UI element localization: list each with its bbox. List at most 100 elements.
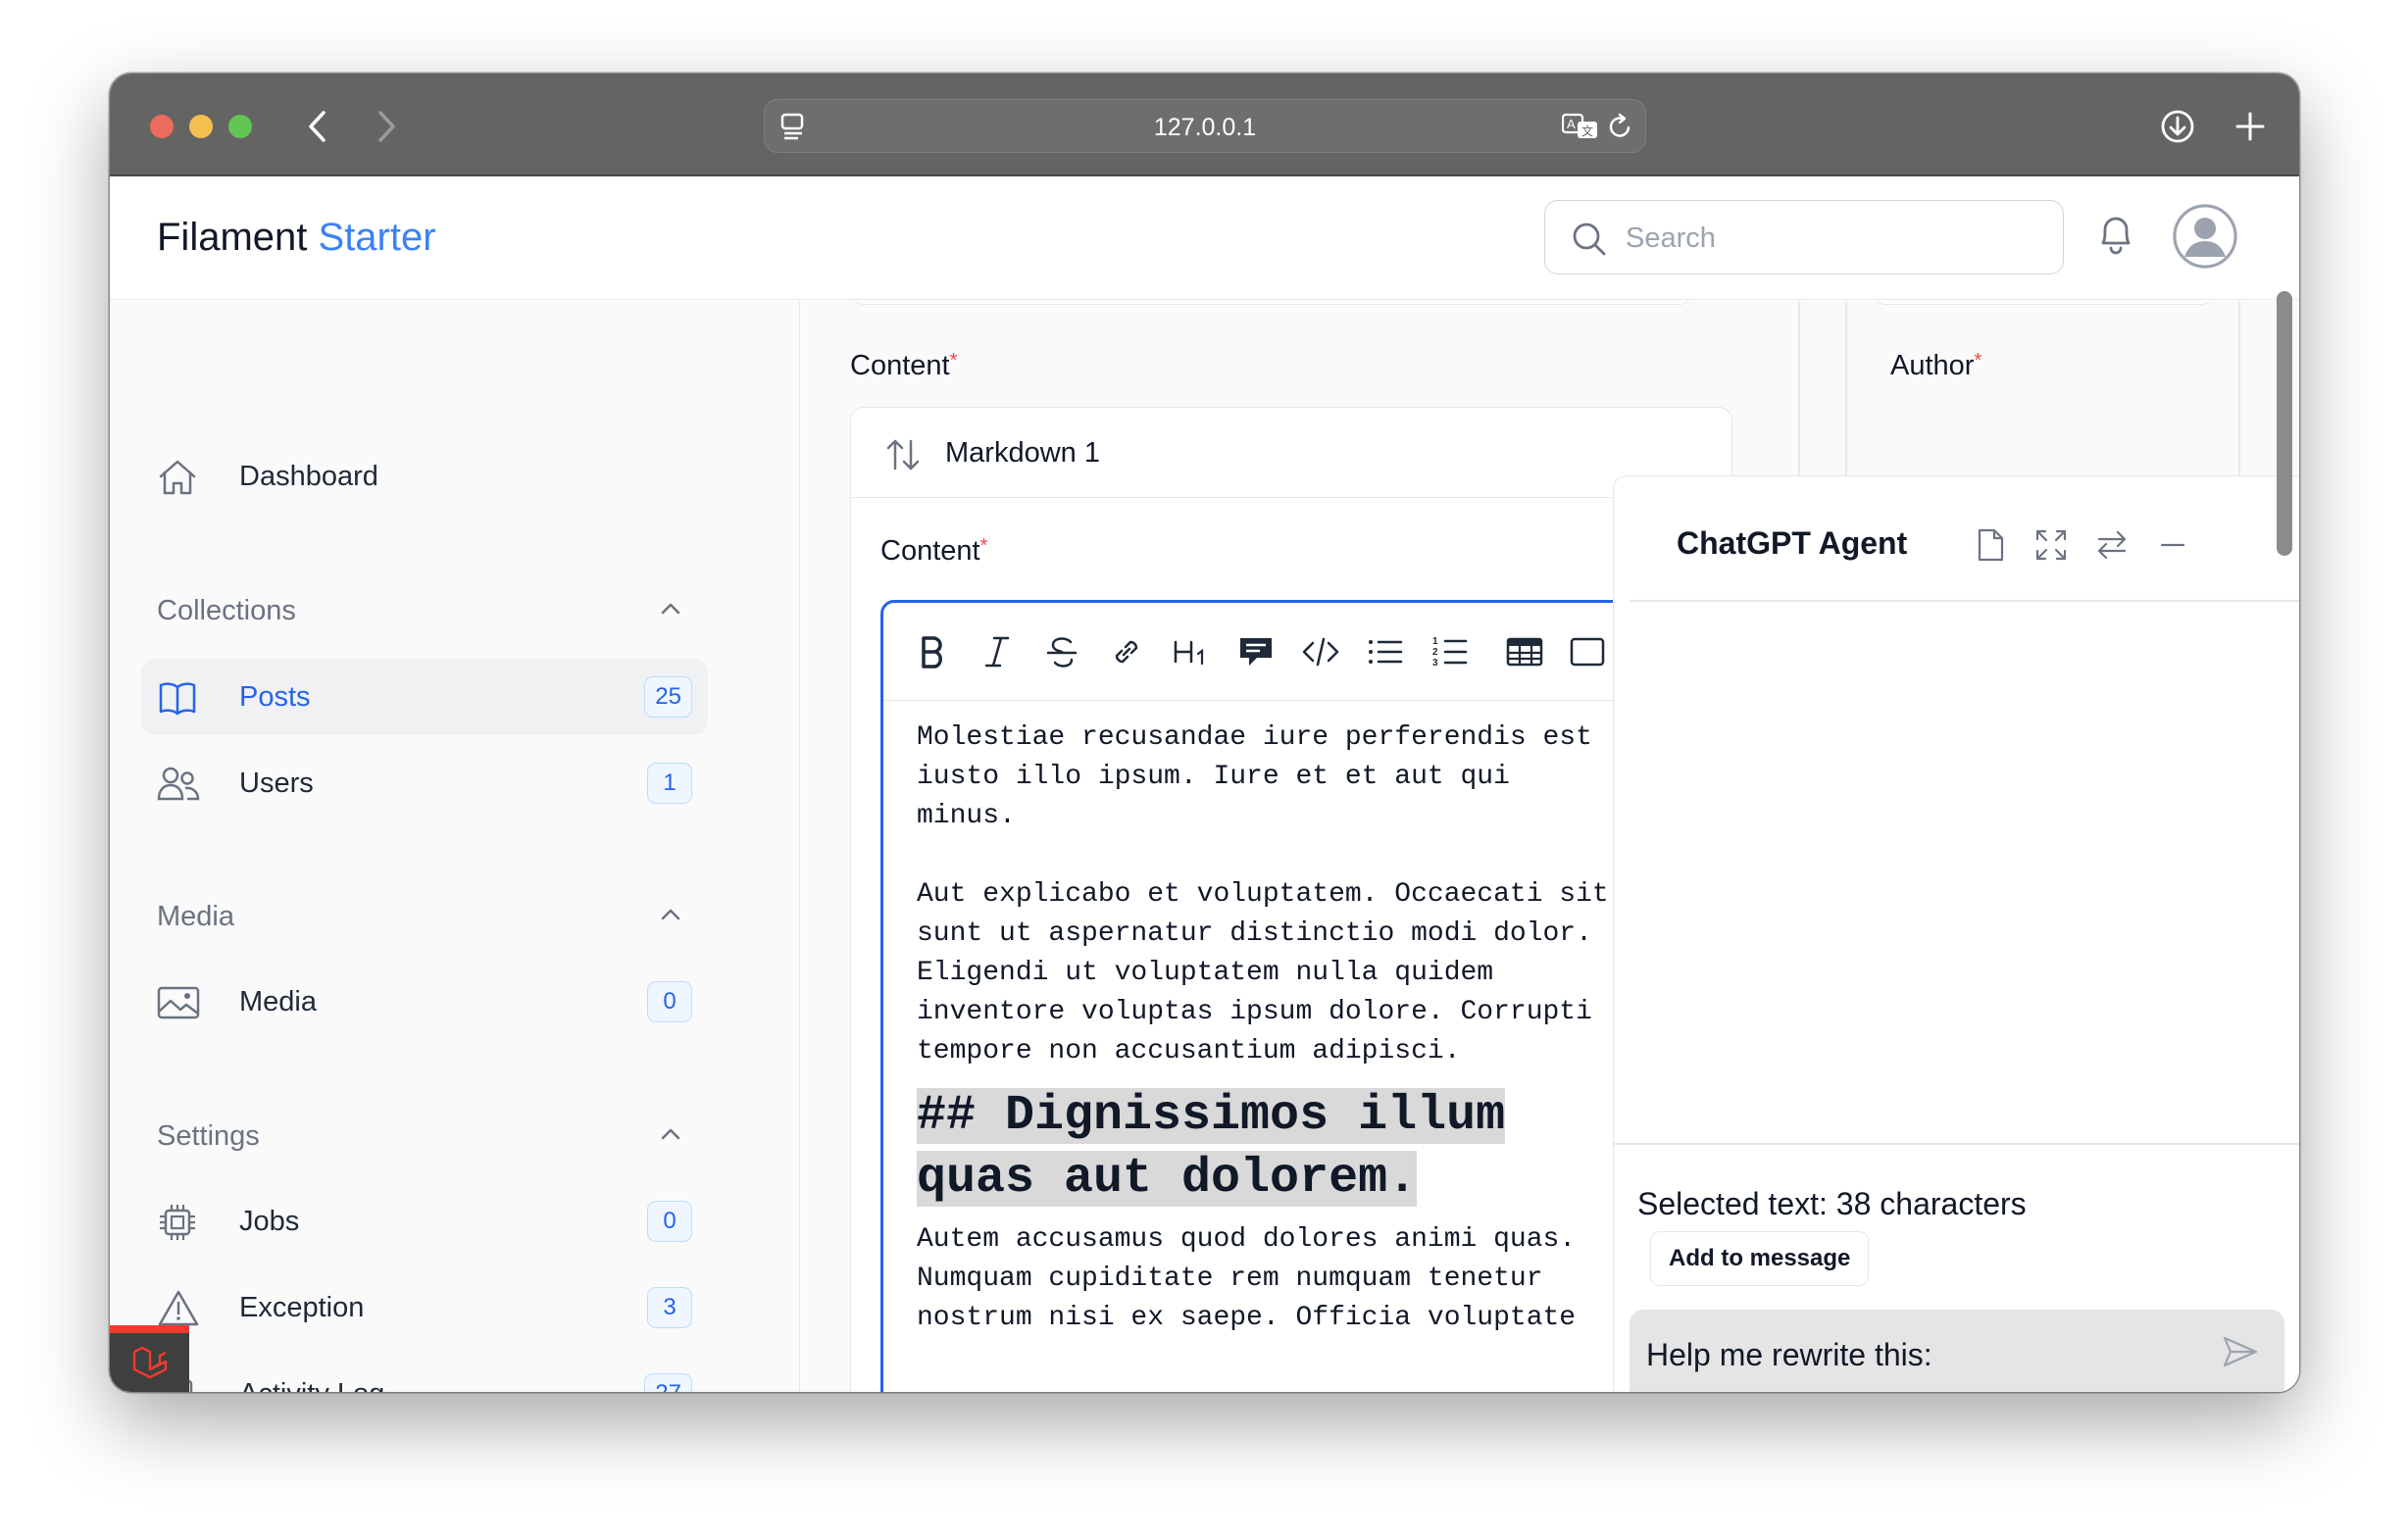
previous-field-edge [850, 301, 1693, 305]
back-chevron-icon[interactable] [294, 103, 341, 150]
sidebar-item-label: Posts [239, 680, 311, 713]
table-icon[interactable] [1503, 630, 1546, 673]
close-window-button[interactable] [150, 115, 174, 138]
svg-text:1: 1 [1432, 636, 1438, 647]
warning-triangle-icon [157, 1288, 199, 1329]
builder-block-header: Markdown 1 [851, 408, 1731, 498]
sidebar-item-media[interactable]: Media 0 [141, 964, 708, 1040]
search-icon [1571, 221, 1608, 263]
link-icon[interactable] [1105, 630, 1148, 673]
user-avatar[interactable] [2173, 204, 2237, 269]
inner-content-label: Content* [880, 535, 988, 567]
photo-icon [157, 982, 200, 1023]
brand-logo[interactable]: Filament Starter [157, 216, 436, 260]
laravel-debugbar-toggle[interactable] [110, 1325, 189, 1392]
brand-accent: Starter [318, 216, 436, 259]
browser-titlebar: 127.0.0.1 A文 [110, 74, 2299, 176]
content-field-label: Content* [850, 350, 958, 381]
app-header: Filament Starter Search [110, 176, 2299, 300]
brand-primary: Filament [157, 216, 308, 259]
svg-text:A: A [1567, 117, 1576, 131]
italic-icon[interactable] [976, 630, 1019, 673]
chat-title: ChatGPT Agent [1677, 525, 1908, 561]
strikethrough-icon[interactable] [1040, 630, 1083, 673]
count-badge: 3 [647, 1287, 692, 1328]
paragraph: Aut explicabo et voluptatem. Occaecati s… [917, 879, 1609, 1066]
blockquote-icon[interactable] [1234, 630, 1278, 673]
paragraph: Molestiae recusandae iure perferendis es… [917, 722, 1592, 831]
document-icon[interactable] [1971, 525, 2010, 565]
browser-window: 127.0.0.1 A文 Filament Starter Search Das… [110, 74, 2299, 1392]
sidebar-item-label: Activity Log [239, 1378, 384, 1393]
ordered-list-icon[interactable]: 123 [1429, 630, 1472, 673]
chat-message-input[interactable]: Help me rewrite this: [1630, 1310, 2284, 1392]
sidebar-item-users[interactable]: Users 1 [141, 745, 708, 821]
sidebar-item-label: Users [239, 767, 314, 799]
sidebar-item-label: Dashboard [239, 460, 378, 492]
previous-field-edge [1872, 301, 2215, 305]
search-input[interactable]: Search [1544, 200, 2064, 274]
selected-heading[interactable]: ## Dignissimos illum [917, 1088, 1506, 1144]
author-field-label: Author* [1890, 350, 1982, 381]
heading-icon[interactable] [1170, 630, 1213, 673]
search-placeholder: Search [1626, 223, 1716, 254]
sidebar-item-exception[interactable]: Exception 3 [141, 1269, 708, 1346]
reload-icon[interactable] [1606, 112, 1635, 141]
count-badge: 1 [647, 763, 692, 804]
chevron-up-icon[interactable] [657, 901, 684, 933]
download-icon[interactable] [2158, 107, 2197, 146]
sidebar-item-label: Media [239, 985, 317, 1017]
count-badge: 27 [644, 1373, 692, 1392]
chat-input-text: Help me rewrite this: [1646, 1337, 1932, 1372]
selected-text-info: Selected text: 38 characters [1637, 1186, 2027, 1221]
forward-chevron-icon[interactable] [363, 103, 410, 150]
url-text: 127.0.0.1 [1153, 114, 1257, 141]
count-badge: 0 [647, 1201, 692, 1242]
group-settings[interactable]: Settings [157, 1120, 260, 1153]
selected-heading[interactable]: quas aut dolorem. [917, 1151, 1418, 1207]
svg-text:3: 3 [1432, 658, 1438, 669]
code-icon[interactable] [1299, 630, 1342, 673]
users-icon [157, 764, 200, 805]
count-badge: 25 [644, 676, 692, 718]
chatgpt-panel: ChatGPT Agent Selected text: 38 characte… [1613, 475, 2299, 1392]
group-collections[interactable]: Collections [157, 595, 296, 627]
new-tab-plus-icon[interactable] [2231, 107, 2270, 146]
page-scrollbar[interactable] [2277, 291, 2292, 556]
builder-block: Markdown 1 Content* 123 Molestiae recusa… [850, 407, 1763, 1392]
bold-icon[interactable] [911, 630, 954, 673]
sidebar-item-activity-log[interactable]: Activity Log 27 [141, 1356, 708, 1392]
sidebar-item-jobs[interactable]: Jobs 0 [141, 1183, 708, 1260]
zoom-window-button[interactable] [228, 115, 252, 138]
sidebar-item-label: Jobs [239, 1205, 300, 1237]
group-media[interactable]: Media [157, 901, 234, 933]
notification-bell-icon[interactable] [2095, 212, 2136, 262]
send-icon[interactable] [2222, 1335, 2259, 1373]
translate-icon[interactable]: A文 [1561, 112, 1600, 141]
chevron-up-icon[interactable] [657, 595, 684, 627]
expand-icon[interactable] [2032, 525, 2071, 565]
count-badge: 0 [647, 981, 692, 1022]
sidebar: Dashboard Collections Posts 25 Users 1 M… [110, 301, 800, 1392]
sidebar-item-dashboard[interactable]: Dashboard [141, 438, 708, 515]
laravel-logo-icon [132, 1346, 167, 1379]
minimize-icon[interactable] [2153, 525, 2192, 565]
swap-arrows-icon[interactable] [2092, 525, 2132, 565]
bullet-list-icon[interactable] [1364, 630, 1407, 673]
paragraph: Autem accusamus quod dolores animi quas.… [917, 1224, 1577, 1333]
chevron-up-icon[interactable] [657, 1120, 684, 1153]
image-icon[interactable] [1566, 630, 1609, 673]
add-to-message-button[interactable]: Add to message [1650, 1231, 1870, 1286]
divider [1614, 1143, 2299, 1145]
svg-text:2: 2 [1432, 647, 1438, 658]
sidebar-item-posts[interactable]: Posts 25 [141, 659, 708, 735]
divider [1630, 600, 2299, 602]
svg-text:文: 文 [1581, 124, 1593, 138]
address-bar[interactable]: 127.0.0.1 A文 [764, 99, 1646, 153]
block-label: Markdown 1 [945, 437, 1100, 469]
reorder-arrows-icon[interactable] [884, 435, 922, 479]
home-icon [157, 457, 198, 498]
minimize-window-button[interactable] [189, 115, 213, 138]
book-open-icon [157, 677, 198, 719]
sidebar-item-label: Exception [239, 1291, 365, 1323]
